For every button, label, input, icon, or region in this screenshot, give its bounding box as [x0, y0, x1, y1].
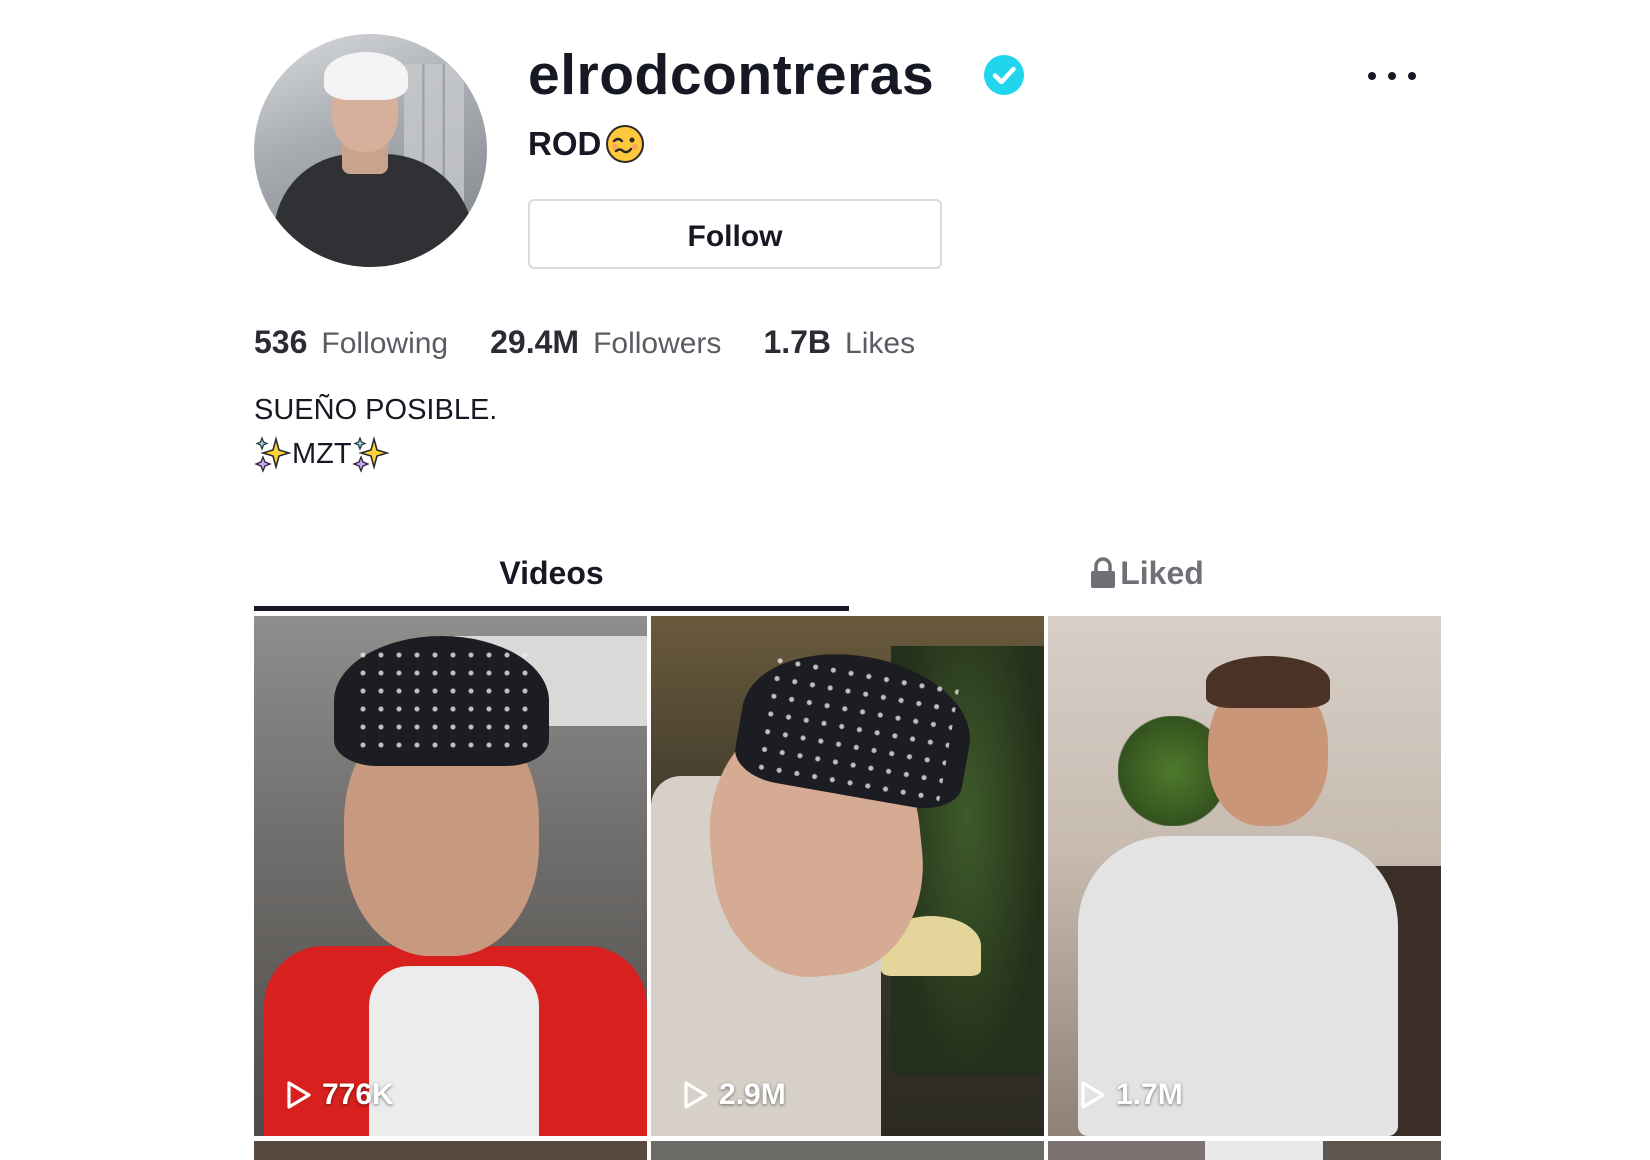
video-views: 2.9M [681, 1078, 786, 1112]
video-thumbnail-partial[interactable] [651, 1141, 1044, 1160]
more-dot [1368, 72, 1376, 80]
likes-label: Likes [845, 327, 916, 360]
video-views-count: 776K [322, 1078, 394, 1111]
profile-username: elrodcontreras [528, 43, 935, 107]
avatar-hair [324, 52, 408, 100]
tab-liked-label: Liked [1120, 555, 1204, 591]
following-label: Following [321, 327, 449, 360]
tab-liked[interactable]: Liked [849, 548, 1444, 598]
profile-avatar[interactable] [254, 34, 487, 267]
video-thumbnail-partial[interactable] [254, 1141, 647, 1160]
video-thumbnail-partial[interactable] [1048, 1141, 1441, 1160]
sparkles-emoji-icon [351, 435, 390, 473]
likes-count: 1.7B [763, 324, 832, 360]
play-icon [1081, 1081, 1105, 1109]
video-thumbnail[interactable]: 1.7M [1048, 616, 1441, 1136]
following-count: 536 [254, 324, 308, 360]
verified-badge-icon [984, 55, 1024, 95]
profile-bio: SUEÑO POSIBLE. MZT [254, 388, 497, 476]
video-views-count: 1.7M [1116, 1078, 1183, 1111]
bio-line-1: SUEÑO POSIBLE. [254, 394, 498, 426]
video-thumbnail[interactable]: 2.9M [651, 616, 1044, 1136]
video-views: 1.7M [1078, 1078, 1183, 1112]
bio-mzt-text: MZT [292, 438, 352, 470]
profile-nickname: ROD [528, 122, 645, 166]
video-views-count: 2.9M [719, 1078, 786, 1111]
play-icon [287, 1081, 311, 1109]
nickname-text: ROD [528, 125, 602, 162]
woozy-face-emoji-icon [606, 125, 645, 163]
more-dot [1408, 72, 1416, 80]
follow-button[interactable]: Follow [528, 199, 942, 269]
video-thumbnail[interactable]: 776K [254, 616, 647, 1136]
play-icon [684, 1081, 708, 1109]
tab-videos[interactable]: Videos [254, 548, 849, 598]
likes-stat: 1.7B Likes [763, 322, 915, 364]
more-options-icon[interactable] [1368, 58, 1416, 94]
video-views: 776K [284, 1078, 394, 1112]
tab-active-indicator [254, 606, 849, 611]
video-thumbnail-image [651, 616, 1044, 1136]
profile-stats: 536 Following 29.4M Followers 1.7B Likes [254, 322, 957, 364]
video-thumbnail-image [254, 616, 647, 1136]
sparkles-emoji-icon [254, 435, 292, 473]
more-dot [1388, 72, 1396, 80]
followers-stat[interactable]: 29.4M Followers [490, 322, 721, 364]
followers-count: 29.4M [490, 324, 580, 360]
bio-line-2: MZT [254, 432, 497, 476]
lock-icon [1091, 557, 1116, 588]
following-stat[interactable]: 536 Following [254, 322, 448, 364]
video-thumbnail-image [1048, 616, 1441, 1136]
followers-label: Followers [593, 327, 722, 360]
